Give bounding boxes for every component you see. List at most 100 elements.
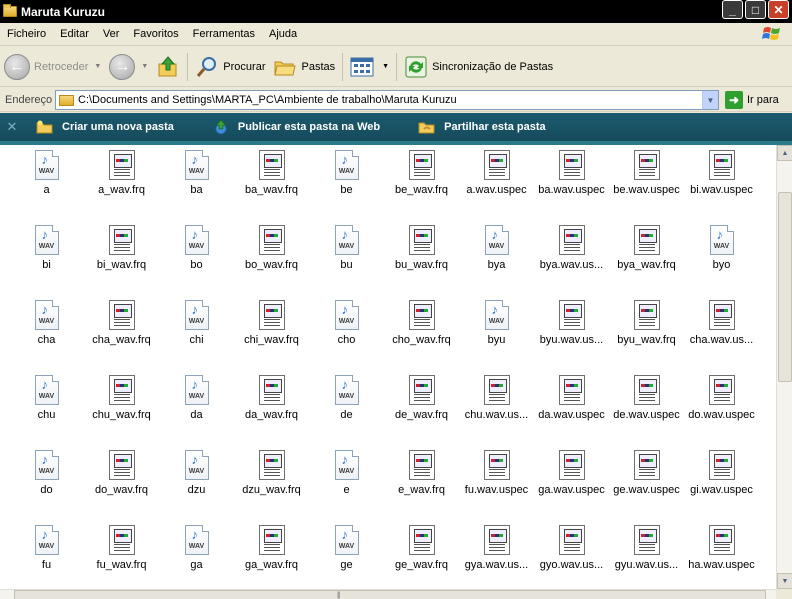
file-item[interactable]: ♪ WAV a (9, 145, 84, 220)
file-item[interactable]: bi_wav.frq (84, 220, 159, 295)
menu-item-ajuda[interactable]: Ajuda (262, 28, 304, 40)
file-item[interactable]: chu_wav.frq (84, 370, 159, 445)
file-item[interactable]: fu.wav.uspec (459, 445, 534, 520)
file-item[interactable]: ♪ WAV ba (159, 145, 234, 220)
up-folder-button[interactable] (152, 50, 184, 84)
chevron-down-icon[interactable]: ▼ (382, 63, 389, 70)
file-item[interactable]: chu.wav.us... (459, 370, 534, 445)
file-item[interactable]: da_wav.frq (234, 370, 309, 445)
file-item[interactable]: gyo.wav.us... (534, 520, 609, 589)
file-item[interactable]: bya_wav.frq (609, 220, 684, 295)
file-item[interactable]: by (759, 220, 776, 295)
file-item[interactable]: de_wav.frq (384, 370, 459, 445)
file-item[interactable]: ♪ WAV chi (159, 295, 234, 370)
file-item[interactable]: cho_wav.frq (384, 295, 459, 370)
address-input[interactable]: C:\Documents and Settings\MARTA_PC\Ambie… (55, 90, 719, 110)
file-item[interactable]: ♪ WAV e (309, 445, 384, 520)
maximize-button[interactable]: □ (745, 0, 766, 19)
scroll-down-icon[interactable]: ▼ (777, 573, 792, 589)
file-item[interactable]: dzu_wav.frq (234, 445, 309, 520)
menu-item-ficheiro[interactable]: Ficheiro (0, 28, 53, 40)
file-item[interactable]: bu_wav.frq (384, 220, 459, 295)
file-item[interactable]: ba.wav.uspec (534, 145, 609, 220)
file-item[interactable]: ga_wav.frq (234, 520, 309, 589)
file-item[interactable]: bo (759, 145, 776, 220)
file-item[interactable]: dz (759, 370, 776, 445)
file-item[interactable]: go (759, 445, 776, 520)
file-item[interactable]: ♪ WAV bi (9, 220, 84, 295)
file-item[interactable]: be_wav.frq (384, 145, 459, 220)
file-item[interactable]: ge_wav.frq (384, 520, 459, 589)
file-item[interactable]: bi.wav.uspec (684, 145, 759, 220)
file-item[interactable]: ♪ WAV bu (309, 220, 384, 295)
file-item[interactable]: ♪ WAV do (9, 445, 84, 520)
file-item[interactable]: ♪ WAV byu (459, 295, 534, 370)
back-button[interactable]: ← Retroceder ▼ (0, 50, 105, 84)
file-item[interactable]: ♪ WAV byo (684, 220, 759, 295)
horizontal-scrollbar[interactable]: ||| (0, 589, 776, 599)
forward-button[interactable]: → ▼ (105, 50, 152, 84)
search-button[interactable]: Procurar (191, 50, 269, 84)
file-list-view[interactable]: ♪ WAV a a_wav.frq ♪ WAV ba ba_wav.frq ♪ WAV be be_w… (0, 145, 776, 589)
menu-item-editar[interactable]: Editar (53, 28, 96, 40)
file-item[interactable]: ♪ WAV cha (9, 295, 84, 370)
vertical-scrollbar[interactable]: ▲ ▼ (776, 145, 792, 589)
file-item[interactable]: da.wav.uspec (534, 370, 609, 445)
horizontal-scroll-thumb[interactable]: ||| (14, 590, 766, 599)
file-item[interactable]: ♪ WAV be (309, 145, 384, 220)
file-item[interactable]: ha.wav.uspec (684, 520, 759, 589)
folders-button[interactable]: Pastas (269, 50, 339, 84)
file-item[interactable]: ♪ WAV bya (459, 220, 534, 295)
file-item[interactable]: cha.wav.us... (684, 295, 759, 370)
file-item[interactable]: gyu.wav.us... (609, 520, 684, 589)
scroll-up-icon[interactable]: ▲ (777, 145, 792, 161)
views-button[interactable]: ▼ (346, 50, 393, 84)
file-item[interactable]: ♪ WAV chu (9, 370, 84, 445)
menu-item-ver[interactable]: Ver (96, 28, 127, 40)
title-bar[interactable]: Maruta Kuruzu _ □ ✕ (0, 0, 792, 23)
file-item[interactable]: ♪ WAV dzu (159, 445, 234, 520)
file-item[interactable]: ba_wav.frq (234, 145, 309, 220)
close-tasks-icon[interactable]: ✕ (2, 119, 22, 135)
go-button[interactable]: ➜ Ir para (725, 91, 779, 109)
chevron-down-icon[interactable]: ▼ (141, 63, 148, 70)
file-item[interactable]: cha_wav.frq (84, 295, 159, 370)
sync-folders-button[interactable]: Sincronização de Pastas (400, 50, 557, 84)
file-item[interactable]: ♪ WAV bo (159, 220, 234, 295)
file-item[interactable]: gi.wav.uspec (684, 445, 759, 520)
file-item[interactable]: do_wav.frq (84, 445, 159, 520)
file-item[interactable]: byu_wav.frq (609, 295, 684, 370)
minimize-button[interactable]: _ (722, 0, 743, 19)
file-item[interactable]: ♪ WAV de (309, 370, 384, 445)
address-dropdown-button[interactable]: ▼ (702, 91, 718, 109)
file-item[interactable]: ga.wav.uspec (534, 445, 609, 520)
vertical-scroll-thumb[interactable] (778, 192, 792, 382)
close-button[interactable]: ✕ (768, 0, 789, 19)
task-share-folder[interactable]: Partilhar esta pasta (418, 120, 546, 134)
menu-item-ferramentas[interactable]: Ferramentas (186, 28, 262, 40)
file-item[interactable]: be.wav.uspec (609, 145, 684, 220)
file-item[interactable]: chi_wav.frq (234, 295, 309, 370)
file-item[interactable]: a.wav.uspec (459, 145, 534, 220)
file-item[interactable]: he (759, 520, 776, 589)
file-item[interactable]: de.wav.uspec (609, 370, 684, 445)
file-item[interactable]: ♪ WAV cho (309, 295, 384, 370)
task-new-folder[interactable]: Criar uma nova pasta (36, 120, 174, 134)
menu-item-favoritos[interactable]: Favoritos (126, 28, 185, 40)
file-item[interactable]: do.wav.uspec (684, 370, 759, 445)
file-item[interactable]: ♪ WAV fu (9, 520, 84, 589)
file-item[interactable]: fu_wav.frq (84, 520, 159, 589)
file-item[interactable]: byu.wav.us... (534, 295, 609, 370)
file-item[interactable]: gya.wav.us... (459, 520, 534, 589)
file-item[interactable]: ♪ WAV ge (309, 520, 384, 589)
file-item[interactable]: bya.wav.us... (534, 220, 609, 295)
file-item[interactable]: ge.wav.uspec (609, 445, 684, 520)
file-item[interactable]: ♪ WAV da (159, 370, 234, 445)
task-publish-web[interactable]: Publicar esta pasta na Web (212, 120, 380, 134)
chevron-down-icon[interactable]: ▼ (94, 63, 101, 70)
file-item[interactable]: ch (759, 295, 776, 370)
file-item[interactable]: bo_wav.frq (234, 220, 309, 295)
file-item[interactable]: a_wav.frq (84, 145, 159, 220)
file-item[interactable]: e_wav.frq (384, 445, 459, 520)
file-item[interactable]: ♪ WAV ga (159, 520, 234, 589)
